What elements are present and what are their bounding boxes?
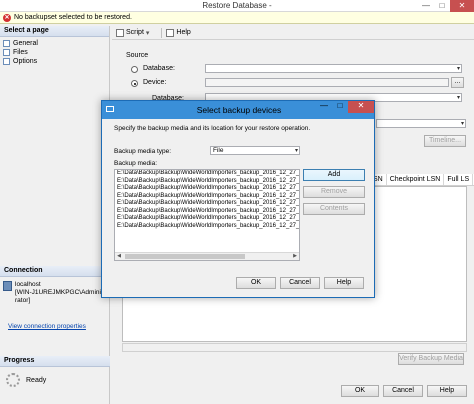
- script-label: Script: [126, 29, 144, 36]
- contents-button[interactable]: Contents: [303, 203, 365, 215]
- chevron-down-icon: ▾: [460, 121, 464, 127]
- dialog-help-button[interactable]: Help: [324, 277, 364, 289]
- grid-horizontal-scrollbar[interactable]: [122, 343, 467, 352]
- database-source-dropdown[interactable]: ▾: [205, 64, 462, 73]
- column-header[interactable]: Checkpoint LSN: [387, 174, 445, 185]
- backup-media-list[interactable]: E:\Data\Backup\Backup\WideWorldImporters…: [114, 169, 300, 261]
- page-item-label: General: [13, 40, 38, 47]
- maximize-button[interactable]: □: [434, 0, 450, 12]
- ok-button[interactable]: OK: [341, 385, 379, 397]
- window-title: Restore Database -: [202, 1, 272, 10]
- device-radio[interactable]: [131, 80, 138, 87]
- page-item-files[interactable]: Files: [3, 48, 106, 57]
- page-list: General Files Options: [0, 37, 109, 68]
- connection-server: localhost: [15, 281, 41, 288]
- scrollbar-thumb[interactable]: [125, 254, 245, 259]
- dialog-title-bar[interactable]: Select backup devices — □ ✕: [102, 101, 374, 119]
- list-item[interactable]: E:\Data\Backup\Backup\WideWorldImporters…: [115, 193, 299, 201]
- device-radio-label: Device:: [143, 79, 167, 86]
- close-button[interactable]: ✕: [450, 0, 474, 12]
- media-list-scrollbar[interactable]: ◀ ▶: [115, 252, 299, 260]
- page-icon: [3, 40, 10, 47]
- list-item[interactable]: E:\Data\Backup\Backup\WideWorldImporters…: [115, 215, 299, 223]
- list-item[interactable]: E:\Data\Backup\Backup\WideWorldImporters…: [115, 208, 299, 216]
- view-connection-properties-link[interactable]: View connection properties: [0, 309, 110, 330]
- cancel-button[interactable]: Cancel: [383, 385, 423, 397]
- dialog-close-button[interactable]: ✕: [348, 101, 374, 113]
- script-icon: [116, 28, 124, 37]
- dialog-ok-button[interactable]: OK: [236, 277, 276, 289]
- error-bar: ✕ No backupset selected to be restored.: [0, 12, 474, 24]
- title-bar[interactable]: Restore Database - — □ ✕: [0, 0, 474, 12]
- left-pane: Select a page General Files Options Conn…: [0, 26, 110, 404]
- list-item[interactable]: E:\Data\Backup\Backup\WideWorldImporters…: [115, 223, 299, 231]
- add-button[interactable]: Add: [303, 169, 365, 181]
- verify-backup-media-button[interactable]: Verify Backup Media: [398, 353, 464, 365]
- connection-header: Connection: [0, 266, 110, 277]
- help-label: Help: [176, 29, 191, 36]
- dialog-minimize-button[interactable]: —: [316, 101, 332, 113]
- server-icon: [3, 281, 12, 291]
- toolbar-separator: [161, 27, 163, 38]
- progress-section: Progress Ready: [0, 356, 110, 393]
- connection-user: [WIN-J1UREJMKPGC\Administrator]: [15, 289, 107, 304]
- dialog-description: Specify the backup media and its locatio…: [114, 125, 311, 132]
- chevron-down-icon: ▾: [145, 29, 150, 37]
- backup-media-type-label: Backup media type:: [114, 148, 172, 155]
- destination-dropdown[interactable]: ▾: [376, 119, 466, 128]
- help-icon: [166, 28, 175, 37]
- backup-sets-grid-header: SN Checkpoint LSN Full LS: [370, 174, 474, 186]
- minimize-button[interactable]: —: [418, 0, 434, 12]
- progress-header: Progress: [0, 356, 110, 367]
- dialog-maximize-button[interactable]: □: [332, 101, 348, 113]
- list-item[interactable]: E:\Data\Backup\Backup\WideWorldImporters…: [115, 170, 299, 178]
- chevron-down-icon: ▾: [456, 95, 460, 101]
- error-message: No backupset selected to be restored.: [14, 14, 132, 21]
- scroll-right-icon[interactable]: ▶: [291, 253, 299, 260]
- list-item[interactable]: E:\Data\Backup\Backup\WideWorldImporters…: [115, 200, 299, 208]
- database-radio[interactable]: [131, 66, 138, 73]
- list-item[interactable]: E:\Data\Backup\Backup\WideWorldImporters…: [115, 178, 299, 186]
- help-button[interactable]: Help: [427, 385, 467, 397]
- scroll-left-icon[interactable]: ◀: [115, 253, 123, 260]
- page-icon: [3, 49, 10, 56]
- backup-media-label: Backup media:: [114, 160, 157, 167]
- source-group-label: Source: [126, 52, 149, 59]
- page-icon: [3, 58, 10, 65]
- page-item-options[interactable]: Options: [3, 57, 106, 66]
- error-icon: ✕: [3, 14, 11, 22]
- remove-button[interactable]: Remove: [303, 186, 365, 198]
- toolbar: Script ▾ Help: [112, 26, 474, 40]
- select-backup-devices-dialog: Select backup devices — □ ✕ Specify the …: [101, 100, 375, 298]
- page-item-label: Options: [13, 58, 38, 65]
- progress-status: Ready: [26, 376, 47, 384]
- chevron-down-icon: ▾: [294, 148, 298, 154]
- help-toolbar-button[interactable]: Help: [166, 28, 191, 37]
- database-radio-label: Database:: [143, 65, 175, 72]
- page-item-label: Files: [13, 49, 28, 56]
- script-button[interactable]: Script ▾: [116, 28, 150, 37]
- backup-media-type-dropdown[interactable]: File ▾: [210, 146, 300, 155]
- device-path-field[interactable]: [205, 78, 449, 87]
- select-page-header: Select a page: [0, 26, 109, 37]
- connection-section: Connection localhost [WIN-J1UREJMKPGC\Ad…: [0, 266, 110, 330]
- timeline-button[interactable]: Timeline...: [424, 135, 466, 147]
- list-item[interactable]: E:\Data\Backup\Backup\WideWorldImporters…: [115, 185, 299, 193]
- column-header[interactable]: Full LS: [444, 174, 474, 185]
- progress-spinner-icon: [6, 373, 20, 387]
- dialog-cancel-button[interactable]: Cancel: [280, 277, 320, 289]
- chevron-down-icon: ▾: [456, 66, 460, 72]
- backup-media-type-value: File: [213, 147, 224, 154]
- page-item-general[interactable]: General: [3, 39, 106, 48]
- device-browse-button[interactable]: ...: [451, 77, 464, 88]
